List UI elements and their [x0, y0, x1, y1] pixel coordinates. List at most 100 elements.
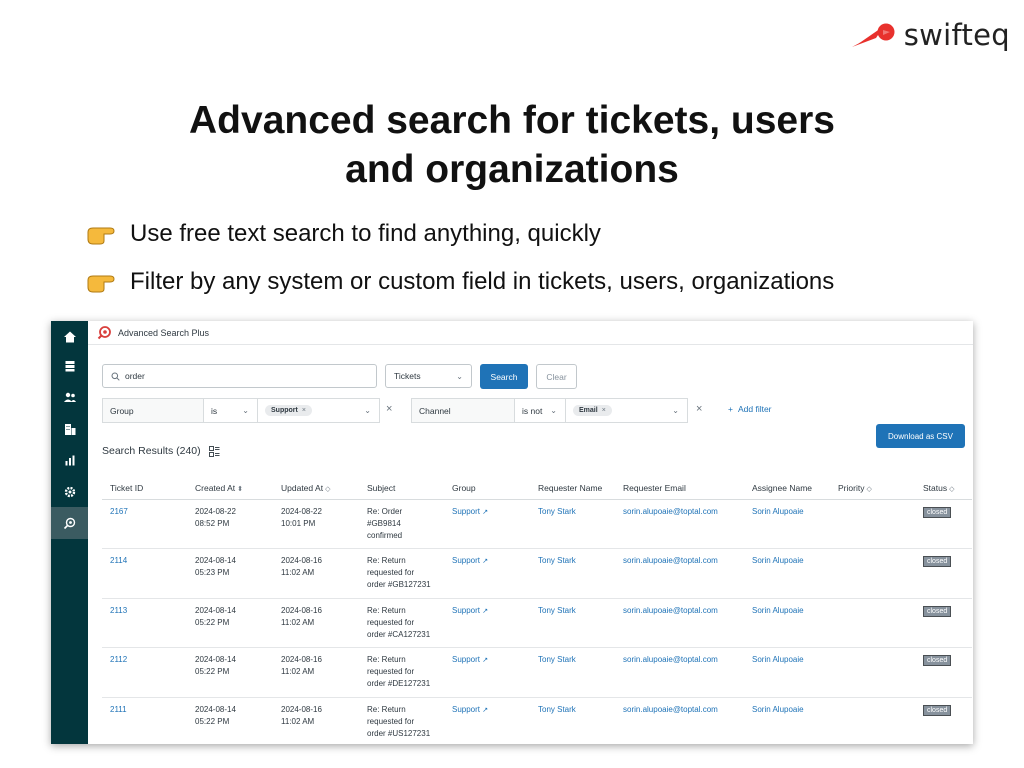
column-header-ticket-id[interactable]: Ticket ID: [102, 477, 187, 500]
status-badge: closed: [923, 506, 952, 518]
chevron-down-icon: ⌄: [364, 406, 371, 415]
requester-email-link[interactable]: sorin.alupoaie@toptal.com: [615, 499, 744, 549]
group-label: Support: [452, 605, 481, 615]
table-row: 2114 2024-08-14 05:23 PM 2024-08-16 11:02 …: [102, 548, 972, 599]
group-link[interactable]: Support ↗: [444, 697, 530, 744]
priority-cell: [830, 598, 915, 648]
reporting-icon[interactable]: [51, 444, 88, 476]
remove-tag-icon[interactable]: ×: [602, 407, 606, 414]
chevron-down-icon: ⌄: [242, 406, 249, 415]
time: 10:01 PM: [281, 518, 316, 528]
subject-line: confirmed: [367, 530, 403, 540]
date: 2024-08-16: [281, 655, 322, 664]
requester-name-link[interactable]: Tony Stark: [530, 697, 615, 744]
filter-field-select[interactable]: Channel: [411, 398, 515, 423]
group-link[interactable]: Support ↗: [444, 548, 530, 599]
views-icon[interactable]: [51, 350, 88, 382]
home-icon[interactable]: [51, 321, 88, 353]
date: 2024-08-22: [195, 506, 236, 516]
table-row: 2111 2024-08-14 05:22 PM 2024-08-16 11:02 …: [102, 697, 972, 744]
subject-line: Re: Order: [367, 506, 403, 516]
requester-name-link[interactable]: Tony Stark: [530, 499, 615, 549]
organizations-icon[interactable]: [51, 413, 88, 445]
column-chooser-icon[interactable]: [208, 445, 220, 457]
column-header-label: Status: [923, 482, 948, 493]
assignee-name-link[interactable]: Sorin Alupoaie: [744, 499, 830, 549]
updated-at-cell: 2024-08-16 11:02 AM: [273, 548, 359, 599]
external-link-icon: ↗: [482, 706, 489, 714]
requester-name-link[interactable]: Tony Stark: [530, 647, 615, 698]
search-button[interactable]: Search: [480, 364, 528, 389]
app-logo-icon: [97, 326, 111, 340]
requester-email-link[interactable]: sorin.alupoaie@toptal.com: [615, 647, 744, 698]
column-header-group[interactable]: Group: [444, 477, 530, 500]
ticket-id-link[interactable]: 2112: [102, 647, 187, 698]
time: 11:02 AM: [281, 568, 315, 577]
ticket-id-link[interactable]: 2167: [102, 499, 187, 549]
column-header-assignee-name[interactable]: Assignee Name: [744, 477, 830, 500]
column-header-label: Priority: [838, 482, 865, 493]
requester-email-link[interactable]: sorin.alupoaie@toptal.com: [615, 598, 744, 648]
filter-field-value: Channel: [419, 405, 451, 416]
clear-button[interactable]: Clear: [536, 364, 577, 389]
results-title: Search Results (240): [102, 445, 201, 457]
status-badge: closed: [923, 655, 952, 666]
column-header-priority[interactable]: Priority ◇: [830, 477, 915, 500]
swifteq-logo: swifteq: [850, 18, 1010, 52]
column-header-subject[interactable]: Subject: [359, 477, 444, 500]
filter-value-multiselect[interactable]: Support × ⌄: [258, 398, 380, 423]
customers-icon[interactable]: [51, 381, 88, 413]
time: 05:23 PM: [195, 568, 230, 577]
external-link-icon: ↗: [482, 558, 489, 565]
assignee-name-link[interactable]: Sorin Alupoaie: [744, 647, 830, 698]
assignee-name-link[interactable]: Sorin Alupoaie: [744, 598, 830, 648]
group-link[interactable]: Support ↗: [444, 598, 530, 648]
download-csv-button[interactable]: Download as CSV: [876, 424, 965, 448]
ticket-id-link[interactable]: 2111: [102, 697, 187, 744]
filter-field-select[interactable]: Group: [102, 398, 204, 423]
column-header-created-at[interactable]: Created At ⬍: [187, 477, 273, 500]
subject-line: requested for: [367, 617, 415, 627]
column-header-status[interactable]: Status ◇: [915, 477, 972, 500]
group-label: Support: [452, 556, 481, 565]
slide-title-line-1: Advanced search for tickets, users: [189, 99, 835, 142]
requester-email-link[interactable]: sorin.alupoaie@toptal.com: [615, 697, 744, 744]
remove-tag-icon[interactable]: ×: [302, 407, 306, 414]
remove-filter-icon[interactable]: ×: [386, 403, 392, 415]
remove-filter-icon[interactable]: ×: [696, 403, 702, 415]
subject-line: order #US127231: [367, 728, 431, 738]
table-row: 2112 2024-08-14 05:22 PM 2024-08-16 11:02 …: [102, 647, 972, 698]
filter-operator-select[interactable]: is ⌄: [204, 398, 258, 423]
search-input[interactable]: order: [102, 364, 377, 388]
bullet-2: Filter by any system or custom field in …: [86, 268, 834, 296]
chevron-down-icon: ⌄: [672, 406, 679, 415]
group-link[interactable]: Support ↗: [444, 499, 530, 549]
advanced-search-app-icon[interactable]: [51, 507, 88, 539]
column-header-updated-at[interactable]: Updated At ◇: [273, 477, 359, 500]
app-title: Advanced Search Plus: [118, 327, 210, 338]
admin-gear-icon[interactable]: [51, 476, 88, 508]
requester-email-link[interactable]: sorin.alupoaie@toptal.com: [615, 548, 744, 599]
object-type-value: Tickets: [394, 371, 421, 381]
ticket-id-link[interactable]: 2114: [102, 548, 187, 599]
column-header-requester-name[interactable]: Requester Name: [530, 477, 615, 500]
assignee-name-link[interactable]: Sorin Alupoaie: [744, 697, 830, 744]
created-at-cell: 2024-08-22 08:52 PM: [187, 499, 273, 549]
sort-desc-icon: ⬍: [237, 485, 244, 493]
ticket-id-link[interactable]: 2113: [102, 598, 187, 648]
assignee-name-link[interactable]: Sorin Alupoaie: [744, 548, 830, 599]
column-header-label: Updated At: [281, 482, 324, 493]
subject-line: order #DE127231: [367, 679, 431, 688]
add-filter-button[interactable]: + Add filter: [728, 404, 772, 414]
requester-name-link[interactable]: Tony Stark: [530, 598, 615, 648]
group-link[interactable]: Support ↗: [444, 647, 530, 698]
table-row: 2167 2024-08-22 08:52 PM 2024-08-22 10:01 …: [102, 499, 972, 549]
bullet-1-text: Use free text search to find anything, q…: [130, 220, 601, 247]
subject-line: order #GB127231: [367, 580, 431, 589]
object-type-select[interactable]: Tickets ⌄: [385, 364, 472, 388]
column-header-requester-email[interactable]: Requester Email: [615, 477, 744, 500]
requester-name-link[interactable]: Tony Stark: [530, 548, 615, 599]
filter-value-multiselect[interactable]: Email × ⌄: [566, 398, 688, 423]
filter-operator-select[interactable]: is not ⌄: [515, 398, 566, 423]
status-cell: closed: [915, 598, 972, 648]
